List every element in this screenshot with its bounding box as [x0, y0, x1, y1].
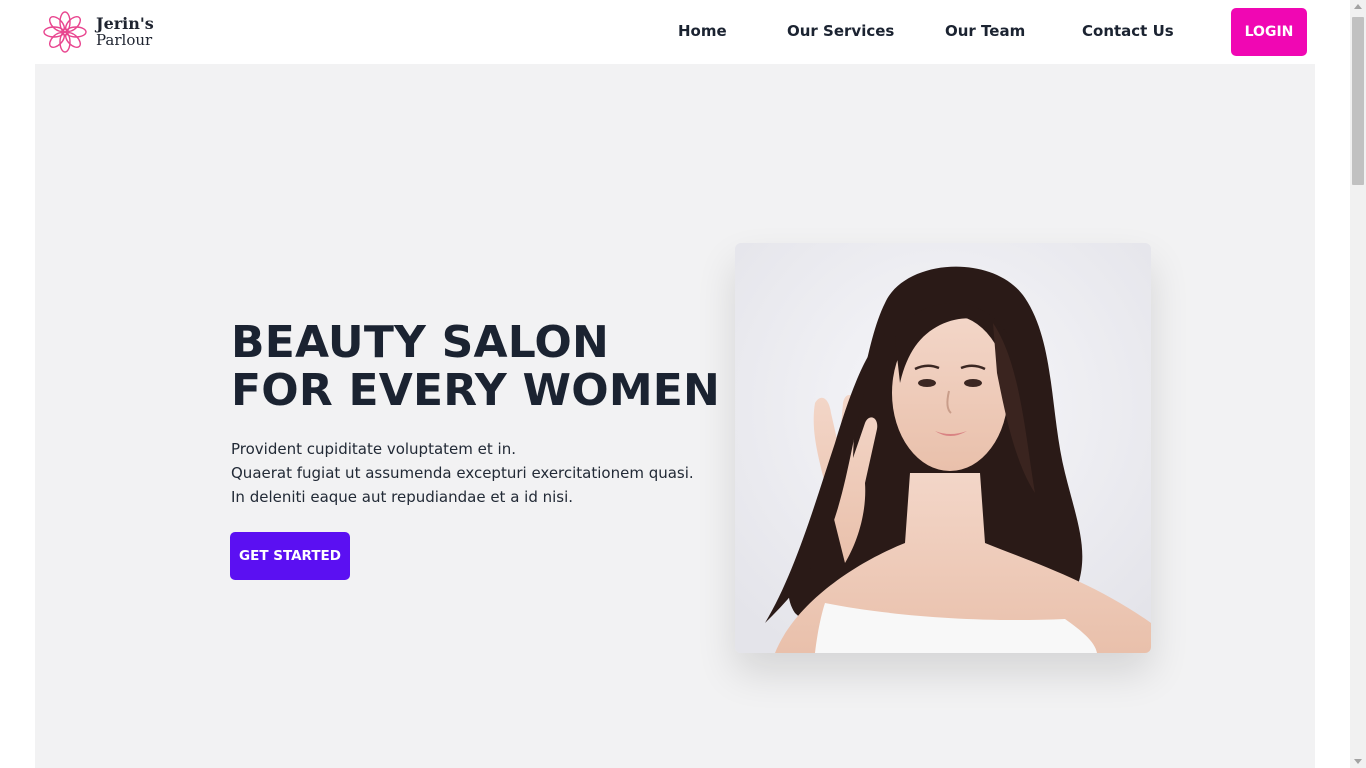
- hero-description-line: Provident cupiditate voluptatem et in.: [231, 440, 516, 458]
- page-scrollbar[interactable]: [1350, 0, 1366, 768]
- brand-name-line1: Jerin's: [96, 14, 154, 33]
- site-header: Jerin's Parlour Home Our Services Our Te…: [0, 0, 1350, 64]
- brand-name: Jerin's Parlour: [96, 15, 154, 49]
- hero-photo: [735, 243, 1151, 653]
- page: Jerin's Parlour Home Our Services Our Te…: [0, 0, 1366, 768]
- hero-headline-line2: FOR EVERY WOMEN: [231, 365, 721, 416]
- nav-item-our-team[interactable]: Our Team: [945, 22, 1025, 40]
- brand-name-line2: Parlour: [96, 31, 153, 49]
- hero-description-line: Quaerat fugiat ut assumenda excepturi ex…: [231, 464, 694, 482]
- nav-item-home[interactable]: Home: [678, 22, 727, 40]
- nav-item-our-services[interactable]: Our Services: [787, 22, 894, 40]
- brand-logo[interactable]: Jerin's Parlour: [42, 10, 154, 54]
- hero-description-line: In deleniti eaque aut repudiandae et a i…: [231, 488, 574, 506]
- hero-headline-line1: BEAUTY SALON: [231, 317, 610, 368]
- lotus-flower-icon: [43, 11, 87, 53]
- hero-description: Provident cupiditate voluptatem et in. Q…: [231, 437, 694, 509]
- woman-portrait-photo: [735, 243, 1151, 653]
- scroll-up-icon[interactable]: [1354, 4, 1362, 9]
- scroll-down-icon[interactable]: [1354, 759, 1362, 764]
- scroll-thumb[interactable]: [1352, 17, 1364, 185]
- hero-section: BEAUTY SALON FOR EVERY WOMEN Provident c…: [35, 64, 1315, 768]
- login-button[interactable]: LOGIN: [1231, 8, 1307, 56]
- nav-item-contact-us[interactable]: Contact Us: [1082, 22, 1174, 40]
- hero-headline: BEAUTY SALON FOR EVERY WOMEN: [231, 319, 720, 415]
- get-started-button[interactable]: GET STARTED: [230, 532, 350, 580]
